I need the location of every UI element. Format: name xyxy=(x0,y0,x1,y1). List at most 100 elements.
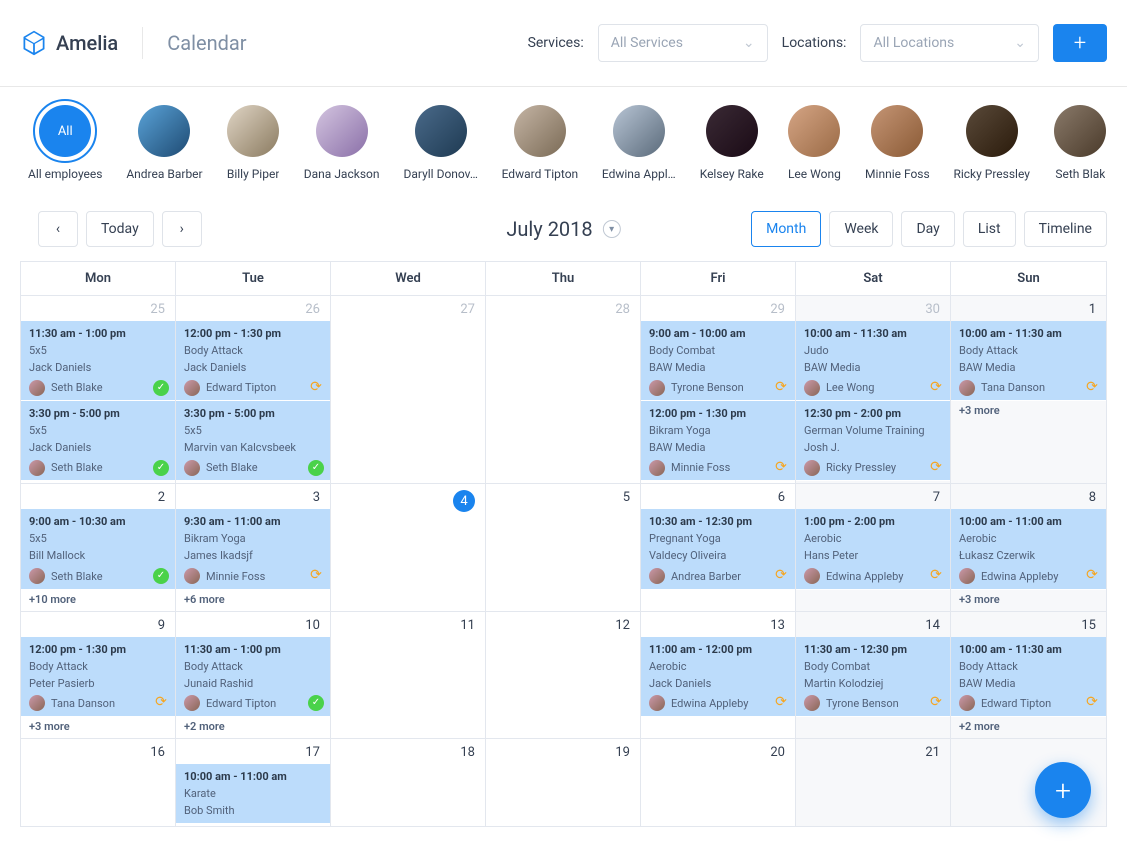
calendar-event[interactable]: 10:00 am - 11:30 amBody AttackBAW MediaT… xyxy=(951,321,1106,401)
locations-select[interactable]: All Locations ⌄ xyxy=(860,24,1039,62)
calendar-cell[interactable]: 16 xyxy=(21,739,176,827)
calendar-cell[interactable]: 11 xyxy=(331,612,486,739)
employee-filter-3[interactable]: Dana Jackson xyxy=(304,105,380,181)
calendar-cell[interactable]: 1510:00 am - 11:30 amBody AttackBAW Medi… xyxy=(951,612,1106,739)
calendar-week: 29:00 am - 10:30 am5x5Bill MallockSeth B… xyxy=(21,484,1106,611)
refresh-icon: ⟳ xyxy=(773,568,789,584)
view-tab-day[interactable]: Day xyxy=(901,211,954,247)
employee-filter-all[interactable]: AllAll employees xyxy=(28,105,102,181)
employee-filter-6[interactable]: Edwina Appl… xyxy=(602,105,676,181)
calendar-cell[interactable]: 28 xyxy=(486,296,641,484)
brand-logo[interactable]: Amelia xyxy=(20,29,118,57)
calendar-cell[interactable]: 810:00 am - 11:00 amAerobicŁukasz Czerwi… xyxy=(951,484,1106,611)
calendar-cell[interactable]: 1011:30 am - 1:00 pmBody AttackJunaid Ra… xyxy=(176,612,331,739)
calendar-cell[interactable]: 20 xyxy=(641,739,796,827)
calendar-cell[interactable]: 110:00 am - 11:30 amBody AttackBAW Media… xyxy=(951,296,1106,484)
more-link[interactable]: +3 more xyxy=(951,590,1106,609)
employee-filter-1[interactable]: Andrea Barber xyxy=(126,105,202,181)
event-time: 9:00 am - 10:00 am xyxy=(649,325,789,342)
view-tab-week[interactable]: Week xyxy=(829,211,893,247)
calendar-event[interactable]: 1:00 pm - 2:00 pmAerobicHans PeterEdwina… xyxy=(796,509,950,589)
calendar-cell[interactable]: 5 xyxy=(486,484,641,611)
calendar-event[interactable]: 10:00 am - 11:00 amAerobicŁukasz Czerwik… xyxy=(951,509,1106,589)
avatar xyxy=(788,105,840,157)
calendar-cell[interactable]: 4 xyxy=(331,484,486,611)
nav-buttons: ‹ Today › xyxy=(38,211,202,247)
employee-filter-11[interactable]: Seth Blak xyxy=(1054,105,1107,181)
calendar-event[interactable]: 12:00 pm - 1:30 pmBikram YogaBAW MediaMi… xyxy=(641,401,795,481)
calendar-event[interactable]: 9:30 am - 11:00 amBikram YogaJames Ikads… xyxy=(176,509,330,589)
calendar-event[interactable]: 3:30 pm - 5:00 pm5x5Jack DanielsSeth Bla… xyxy=(21,401,175,481)
calendar-cell[interactable]: 299:00 am - 10:00 amBody CombatBAW Media… xyxy=(641,296,796,484)
event-location: BAW Media xyxy=(959,675,1100,692)
event-service: Body Attack xyxy=(959,658,1100,675)
services-select[interactable]: All Services ⌄ xyxy=(598,24,768,62)
employee-filter-9[interactable]: Minnie Foss xyxy=(865,105,930,181)
calendar-event[interactable]: 9:00 am - 10:30 am5x5Bill MallockSeth Bl… xyxy=(21,509,175,589)
event-footer: Minnie Foss⟳ xyxy=(184,565,324,585)
calendar-cell[interactable]: 12 xyxy=(486,612,641,739)
calendar-cell[interactable]: 1411:30 am - 12:30 pmBody CombatMartin K… xyxy=(796,612,951,739)
employee-filter-2[interactable]: Billy Piper xyxy=(226,105,279,181)
calendar-cell[interactable]: 2612:00 pm - 1:30 pmBody AttackJack Dani… xyxy=(176,296,331,484)
divider xyxy=(142,27,143,59)
more-link[interactable]: +10 more xyxy=(21,590,175,609)
calendar-event[interactable]: 10:00 am - 11:00 amKarateBob Smith xyxy=(176,764,330,824)
more-link[interactable]: +6 more xyxy=(176,590,330,609)
calendar-cell[interactable]: 21 xyxy=(796,739,951,827)
calendar-cell[interactable]: 39:30 am - 11:00 amBikram YogaJames Ikad… xyxy=(176,484,331,611)
calendar-cell[interactable]: 19 xyxy=(486,739,641,827)
employee-filter-8[interactable]: Lee Wong xyxy=(788,105,841,181)
avatar xyxy=(184,380,200,396)
avatar xyxy=(649,568,665,584)
calendar-event[interactable]: 12:00 pm - 1:30 pmBody AttackPeter Pasie… xyxy=(21,637,175,717)
employee-filter-5[interactable]: Edward Tipton xyxy=(502,105,578,181)
more-link[interactable]: +2 more xyxy=(951,717,1106,736)
calendar-week: 161710:00 am - 11:00 amKarateBob Smith18… xyxy=(21,739,1106,827)
event-service: 5x5 xyxy=(29,422,169,439)
avatar xyxy=(649,460,665,476)
calendar-event[interactable]: 11:30 am - 12:30 pmBody CombatMartin Kol… xyxy=(796,637,950,717)
prev-button[interactable]: ‹ xyxy=(38,211,78,247)
add-button[interactable]: + xyxy=(1053,24,1107,62)
fab-add-button[interactable]: + xyxy=(1035,762,1091,818)
next-button[interactable]: › xyxy=(162,211,202,247)
view-tab-timeline[interactable]: Timeline xyxy=(1024,211,1107,247)
avatar xyxy=(649,380,665,396)
view-tab-list[interactable]: List xyxy=(963,211,1016,247)
calendar-cell[interactable]: 2511:30 am - 1:00 pm5x5Jack DanielsSeth … xyxy=(21,296,176,484)
calendar-event[interactable]: 11:30 am - 1:00 pm5x5Jack DanielsSeth Bl… xyxy=(21,321,175,401)
employee-filter-4[interactable]: Daryll Donov… xyxy=(404,105,478,181)
view-tab-month[interactable]: Month xyxy=(751,211,821,247)
calendar-cell[interactable]: 3010:00 am - 11:30 amJudoBAW MediaLee Wo… xyxy=(796,296,951,484)
calendar-cell[interactable]: 1311:00 am - 12:00 pmAerobicJack Daniels… xyxy=(641,612,796,739)
calendar-cell[interactable]: 27 xyxy=(331,296,486,484)
more-link[interactable]: +3 more xyxy=(21,717,175,736)
event-service: German Volume Training xyxy=(804,422,944,439)
calendar-event[interactable]: 3:30 pm - 5:00 pm5x5Marvin van Kalcvsbee… xyxy=(176,401,330,481)
calendar-event[interactable]: 12:30 pm - 2:00 pmGerman Volume Training… xyxy=(796,401,950,481)
calendar-event[interactable]: 12:00 pm - 1:30 pmBody AttackJack Daniel… xyxy=(176,321,330,401)
calendar-event[interactable]: 10:00 am - 11:30 amBody AttackBAW MediaE… xyxy=(951,637,1106,717)
calendar-cell[interactable]: 29:00 am - 10:30 am5x5Bill MallockSeth B… xyxy=(21,484,176,611)
employee-filter-10[interactable]: Ricky Pressley xyxy=(954,105,1030,181)
calendar-cell[interactable]: 1710:00 am - 11:00 amKarateBob Smith xyxy=(176,739,331,827)
calendar-event[interactable]: 10:30 am - 12:30 pmPregnant YogaValdecy … xyxy=(641,509,795,589)
calendar-cell[interactable]: 610:30 am - 12:30 pmPregnant YogaValdecy… xyxy=(641,484,796,611)
calendar-cell[interactable]: 18 xyxy=(331,739,486,827)
day-header: Mon xyxy=(21,262,176,296)
employee-name: Seth Blak xyxy=(1055,167,1105,181)
more-link[interactable]: +3 more xyxy=(951,401,1106,420)
calendar-event[interactable]: 11:30 am - 1:00 pmBody AttackJunaid Rash… xyxy=(176,637,330,717)
calendar-event[interactable]: 9:00 am - 10:00 amBody CombatBAW MediaTy… xyxy=(641,321,795,401)
calendar-cell[interactable]: 912:00 pm - 1:30 pmBody AttackPeter Pasi… xyxy=(21,612,176,739)
calendar-event[interactable]: 10:00 am - 11:30 amJudoBAW MediaLee Wong… xyxy=(796,321,950,401)
calendar-cell[interactable]: 71:00 pm - 2:00 pmAerobicHans PeterEdwin… xyxy=(796,484,951,611)
event-service: Bikram Yoga xyxy=(649,422,789,439)
month-selector[interactable]: July 2018 ▾ xyxy=(506,217,620,241)
avatar xyxy=(649,695,665,711)
employee-filter-7[interactable]: Kelsey Rake xyxy=(700,105,764,181)
today-button[interactable]: Today xyxy=(86,211,154,247)
calendar-event[interactable]: 11:00 am - 12:00 pmAerobicJack DanielsEd… xyxy=(641,637,795,717)
more-link[interactable]: +2 more xyxy=(176,717,330,736)
